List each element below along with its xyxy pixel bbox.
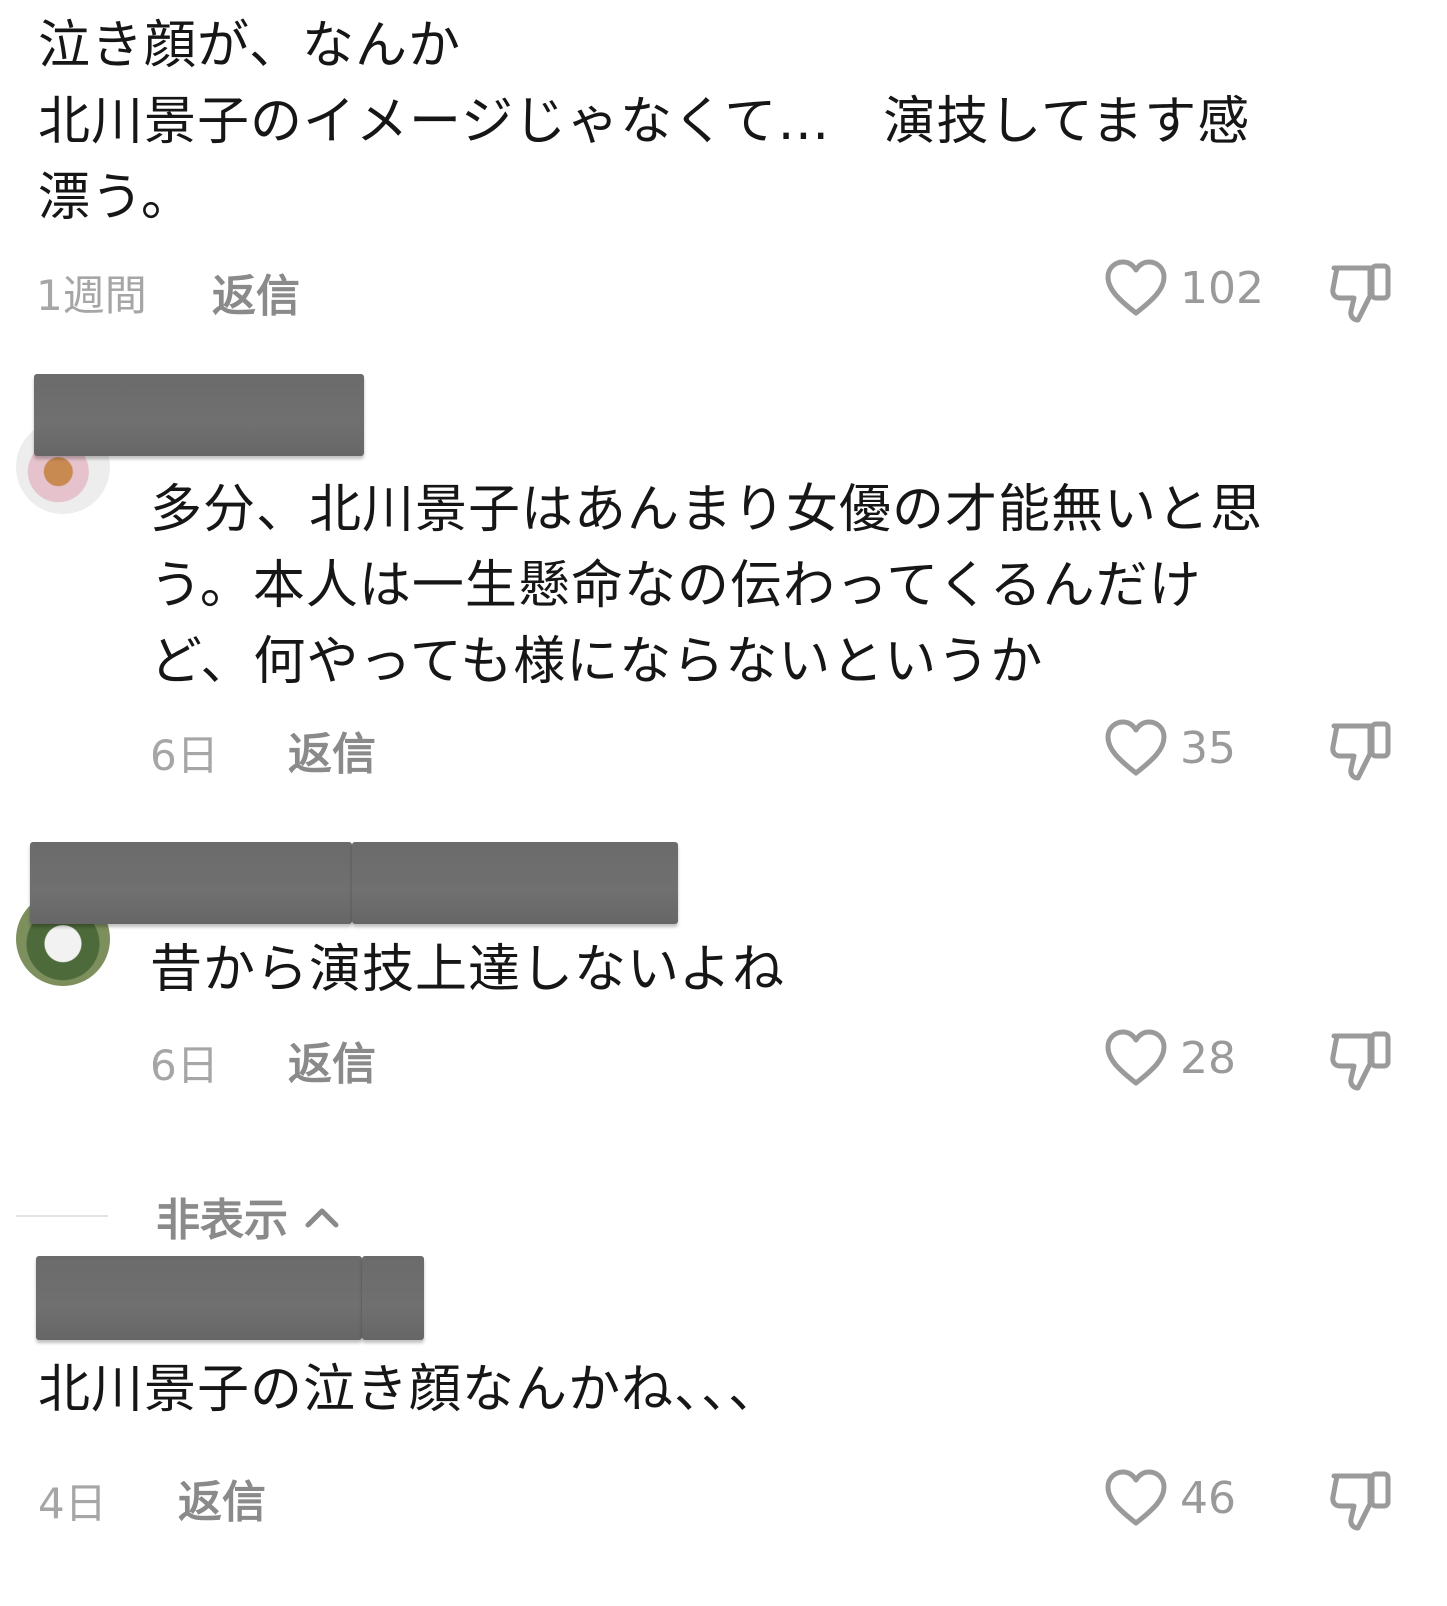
like-count: 102 — [1180, 262, 1264, 314]
comment-text: 昔から演技上達しないよね — [150, 940, 785, 1000]
comment-time: 6日 — [150, 1041, 219, 1090]
thumbs-down-icon — [1330, 721, 1391, 781]
dislike-button[interactable] — [1328, 1466, 1394, 1532]
redacted-username — [34, 374, 364, 456]
reply-button[interactable]: 返信 — [178, 1466, 266, 1530]
hide-replies-divider — [16, 1215, 108, 1217]
comment-time: 1週間 — [36, 271, 147, 320]
chevron-up-icon — [305, 1208, 339, 1228]
redacted-username — [36, 1256, 362, 1340]
like-count: 46 — [1180, 1472, 1236, 1524]
heart-outline-icon — [1105, 1469, 1167, 1526]
hide-replies-button[interactable]: 非表示 — [156, 1184, 342, 1248]
comment-1: 泣き顔が、なんか 北川景子のイメージじゃなくて… 演技してます感 漂う。 1週間… — [0, 0, 1447, 340]
redacted-username-extra — [352, 842, 678, 924]
comment-text: 泣き顔が、なんか 北川景子のイメージじゃなくて… 演技してます感 漂う。 — [38, 16, 1251, 228]
thumbs-down-icon — [1330, 263, 1391, 323]
redacted-username — [30, 842, 352, 924]
heart-outline-icon — [1105, 1029, 1167, 1086]
comment-3: 昔から演技上達しないよね 6日 返信 28 — [0, 840, 1447, 1120]
heart-outline-icon — [1105, 259, 1167, 316]
reply-button[interactable]: 返信 — [212, 260, 300, 324]
redacted-username-extra — [362, 1256, 424, 1340]
comment-time: 6日 — [150, 731, 219, 780]
reply-button[interactable]: 返信 — [288, 718, 376, 782]
heart-outline-icon — [1105, 719, 1167, 776]
dislike-button[interactable] — [1328, 716, 1394, 782]
hide-replies-label: 非表示 — [156, 1195, 288, 1246]
reply-button[interactable]: 返信 — [288, 1028, 376, 1092]
like-button[interactable]: 28 — [1104, 1028, 1236, 1088]
hide-replies-row[interactable]: 非表示 — [16, 1184, 342, 1248]
dislike-button[interactable] — [1328, 1026, 1394, 1092]
like-button[interactable]: 35 — [1104, 718, 1236, 778]
comment-time: 4日 — [38, 1479, 107, 1528]
comment-text: 北川景子の泣き顔なんかね、、、 — [38, 1360, 782, 1420]
comment-4: 北川景子の泣き顔なんかね、、、 4日 返信 46 — [0, 1256, 1447, 1596]
thumbs-down-icon — [1330, 1471, 1391, 1531]
like-count: 35 — [1180, 722, 1236, 774]
like-button[interactable]: 102 — [1104, 258, 1264, 318]
like-button[interactable]: 46 — [1104, 1468, 1236, 1528]
like-count: 28 — [1180, 1032, 1236, 1084]
comment-2: 多分、北川景子はあんまり女優の才能無いと思 う。本人は一生懸命なの伝わってくるん… — [0, 360, 1447, 820]
comment-text: 多分、北川景子はあんまり女優の才能無いと思 う。本人は一生懸命なの伝わってくるん… — [150, 480, 1264, 692]
thumbs-down-icon — [1330, 1031, 1391, 1091]
dislike-button[interactable] — [1328, 258, 1394, 324]
